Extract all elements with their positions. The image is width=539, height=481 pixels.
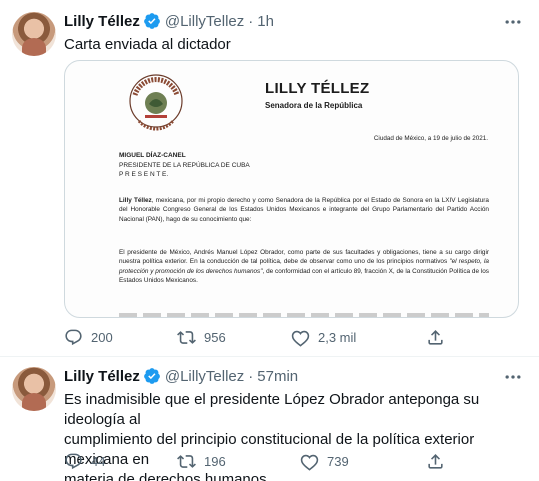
letter-paragraph-text: El presidente de México, Andrés Manuel L… [119,249,489,266]
author-handle[interactable]: @LillyTellez [165,13,244,30]
verified-badge-icon [143,368,160,384]
recipient-title: PRESIDENTE DE LA REPÚBLICA DE CUBA [119,161,250,169]
letter-subtitle: Senadora de la República [265,101,363,110]
letter-title: LILLY TÉLLEZ [265,80,370,97]
tweet-text-line: Es inadmisible que el presidente López O… [64,391,480,428]
tweet-header: Lilly Téllez @LillyTellez · 57min [64,367,298,385]
share-icon [428,454,443,469]
separator: · [248,367,254,385]
tweet-time[interactable]: 57min [257,368,298,385]
recipient-present: P R E S E N T E. [119,171,169,178]
letter-sender-name: Lilly Téllez [119,197,152,204]
tweet-text: Carta enviada al dictador [64,36,231,53]
senate-seal [129,74,183,131]
retweet-button[interactable]: 196 [177,452,226,471]
letter-paragraph-text: , mexicana, por mi propio derecho y como… [119,197,489,223]
more-icon[interactable] [503,12,523,32]
retweet-count: 956 [204,330,226,345]
retweet-button[interactable]: 956 [177,328,226,347]
letter-paragraph: Lilly Téllez, mexicana, por mi propio de… [119,196,489,224]
letter-date: Ciudad de México, a 19 de julio de 2021. [373,135,488,142]
share-button[interactable] [426,452,453,471]
share-icon [428,330,443,345]
avatar[interactable] [12,367,56,411]
recipient-name: MIGUEL DÍAZ-CANEL [119,152,186,159]
like-button[interactable]: 739 [300,452,349,471]
author-name[interactable]: Lilly Téllez [64,13,140,30]
reply-icon [65,329,82,346]
letter-paragraph: El presidente de México, Andrés Manuel L… [119,248,489,286]
tweet[interactable]: Lilly Téllez @LillyTellez · 1h Carta env… [0,0,539,357]
letter-recipient: MIGUEL DÍAZ-CANEL PRESIDENTE DE LA REPÚB… [119,151,250,180]
retweet-icon [177,331,196,344]
avatar[interactable] [12,12,56,56]
tweet-time[interactable]: 1h [257,13,274,30]
tweet-header: Lilly Téllez @LillyTellez · 1h [64,12,274,30]
like-icon [300,454,319,471]
reply-count: 200 [91,330,113,345]
retweet-count: 196 [204,454,226,469]
reply-button[interactable]: 200 [64,328,113,347]
share-button[interactable] [426,328,453,347]
letter-cut-line [119,313,489,317]
like-icon [291,330,310,347]
letter-document: LILLY TÉLLEZ Senadora de la República Ci… [65,61,518,317]
tweet[interactable]: Lilly Téllez @LillyTellez · 57min Es ina… [0,357,539,481]
verified-badge-icon [143,13,160,29]
author-name[interactable]: Lilly Téllez [64,368,140,385]
reply-icon [65,453,82,470]
reply-button[interactable]: 44 [64,452,105,471]
tweet-text-line: materia de derechos humanos. [64,471,271,481]
retweet-icon [177,455,196,468]
author-handle[interactable]: @LillyTellez [165,368,244,385]
like-count: 2,3 mil [318,330,357,345]
like-button[interactable]: 2,3 mil [291,328,356,347]
tweet-media-image[interactable]: LILLY TÉLLEZ Senadora de la República Ci… [64,60,519,318]
more-icon[interactable] [503,367,523,387]
separator: · [248,12,254,30]
reply-count: 44 [91,454,106,469]
like-count: 739 [327,454,349,469]
